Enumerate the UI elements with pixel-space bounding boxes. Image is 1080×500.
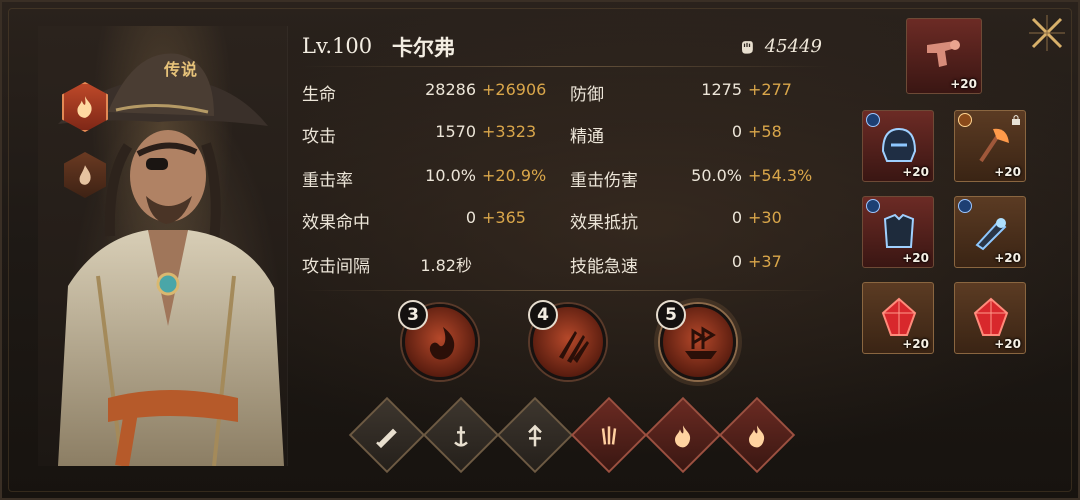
- enhancement-level: +20: [994, 337, 1021, 351]
- claw-icon: [601, 426, 617, 445]
- hero-detail-panel: 传说 Lv.100 卡尔弗 45449 生命 28286 +26906 防御 1…: [0, 0, 1080, 500]
- power-fist-icon: [741, 40, 753, 54]
- anchor-sword-icon: [454, 426, 468, 447]
- stat-bonus: +26906: [482, 80, 547, 99]
- rarity-label: 传说: [164, 60, 199, 79]
- stat-label: 技能急速: [570, 257, 638, 277]
- skill-3-level: 5: [656, 300, 686, 330]
- stat-label: 攻击间隔: [302, 257, 370, 277]
- enhancement-level: +20: [902, 251, 929, 265]
- fire-icon: [77, 96, 92, 118]
- sword-icon: [376, 428, 397, 449]
- arrow-up-icon: [528, 424, 542, 447]
- stat-base: 50.0%: [691, 166, 742, 185]
- daggers-icon: [559, 331, 589, 363]
- stat-base: 1570: [435, 122, 476, 141]
- stat-label: 重击伤害: [570, 171, 638, 191]
- equip-slot-armor[interactable]: +20: [862, 196, 934, 268]
- header-divider: [302, 66, 830, 67]
- stat-label: 重击率: [302, 171, 353, 191]
- stat-label: 效果命中: [302, 213, 370, 233]
- armor-icon: [883, 213, 915, 248]
- equip-slot-gauntlet[interactable]: +20: [954, 196, 1026, 268]
- combat-power: 45449: [737, 36, 822, 57]
- stat-row: 攻击间隔 1.82秒 技能急速 0 +37: [302, 252, 812, 278]
- ship-icon: [685, 326, 717, 359]
- equip-slot-helmet[interactable]: +20: [862, 110, 934, 182]
- enhancement-level: +20: [902, 165, 929, 179]
- stat-bonus: +30: [748, 208, 782, 227]
- pistol-icon: [927, 40, 960, 67]
- stat-bonus: +58: [748, 122, 782, 141]
- rune-3[interactable]: [496, 396, 574, 474]
- rune-1[interactable]: [348, 396, 426, 474]
- stat-bonus: +277: [748, 80, 792, 99]
- fire-icon: [749, 425, 765, 448]
- stat-base: 0: [731, 208, 742, 227]
- stat-base: 1.82秒: [420, 256, 472, 275]
- stat-bonus: +365: [482, 208, 526, 227]
- stats-divider: [302, 290, 830, 291]
- enhancement-level: +20: [902, 337, 929, 351]
- stat-label: 生命: [302, 85, 336, 105]
- stat-bonus: +37: [748, 252, 782, 271]
- combat-power-value: 45449: [764, 36, 822, 57]
- enhancement-level: +20: [994, 165, 1021, 179]
- equip-slot-gem-1[interactable]: +20: [862, 282, 934, 354]
- stat-bonus: +20.9%: [482, 166, 547, 185]
- helmet-icon: [881, 127, 917, 162]
- close-button[interactable]: [1024, 10, 1070, 56]
- stat-base: 28286: [425, 80, 476, 99]
- stat-base: 0: [731, 252, 742, 271]
- axe-icon: [979, 128, 1009, 163]
- rune-5[interactable]: [644, 396, 722, 474]
- stat-row: 攻击 1570 +3323 精通 0 +58: [302, 122, 812, 148]
- red-gem-icon: [973, 297, 1009, 336]
- hero-name: 卡尔弗: [392, 36, 455, 60]
- equip-slot-gem-2[interactable]: +20: [954, 282, 1026, 354]
- hero-portrait: 传说: [38, 26, 288, 466]
- rune-2[interactable]: [422, 396, 500, 474]
- stat-label: 防御: [570, 85, 604, 105]
- hero-level: Lv.100: [302, 34, 373, 58]
- stat-base: 10.0%: [425, 166, 476, 185]
- skill-1-level: 3: [398, 300, 428, 330]
- stat-label: 攻击: [302, 127, 336, 147]
- equip-slot-weapon[interactable]: +20: [906, 18, 982, 94]
- stat-label: 精通: [570, 127, 604, 147]
- stat-base: 0: [731, 122, 742, 141]
- flame-swirl-icon: [429, 327, 455, 360]
- hero-header: Lv.100 卡尔弗 45449: [302, 30, 830, 64]
- stat-row: 生命 28286 +26906 防御 1275 +277: [302, 80, 812, 106]
- stat-row: 重击率 10.0% +20.9% 重击伤害 50.0% +54.3%: [302, 166, 812, 192]
- stat-bonus: +54.3%: [748, 166, 813, 185]
- rune-6[interactable]: [718, 396, 796, 474]
- fire-icon: [675, 425, 691, 448]
- skill-2-level: 4: [528, 300, 558, 330]
- stat-bonus: +3323: [482, 122, 537, 141]
- red-gem-icon: [881, 297, 917, 336]
- rune-4[interactable]: [570, 396, 648, 474]
- enhancement-level: +20: [994, 251, 1021, 265]
- close-icon: [1029, 15, 1065, 51]
- stat-row: 效果命中 0 +365 效果抵抗 0 +30: [302, 208, 812, 234]
- gauntlet-icon: [975, 218, 1007, 251]
- flame-leaf-icon: [79, 165, 91, 185]
- equip-slot-axe[interactable]: +20: [954, 110, 1026, 182]
- stat-base: 1275: [701, 80, 742, 99]
- stat-label: 效果抵抗: [570, 213, 638, 233]
- enhancement-level: +20: [950, 77, 977, 91]
- stat-base: 0: [465, 208, 476, 227]
